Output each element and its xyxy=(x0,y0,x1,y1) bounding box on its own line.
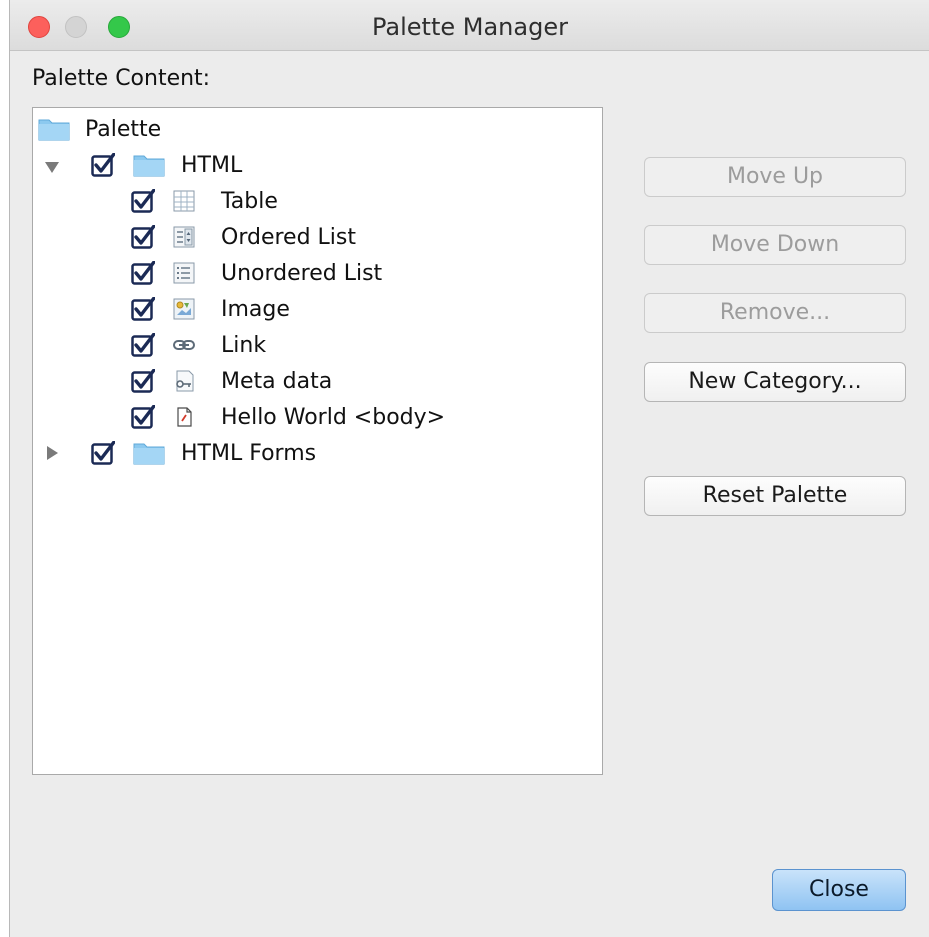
palette-manager-window: Palette Manager Palette Content: Palette… xyxy=(9,0,929,937)
tree-row-hello-world[interactable]: Hello World <body> xyxy=(33,400,593,434)
checkbox-link[interactable] xyxy=(131,333,155,357)
tree-row-html[interactable]: HTML xyxy=(33,148,593,182)
folder-icon xyxy=(133,443,165,465)
window-title: Palette Manager xyxy=(372,13,568,41)
tree-label-ordered-list: Ordered List xyxy=(221,224,356,250)
checkbox-html-forms[interactable] xyxy=(91,441,115,465)
checkbox-unordered-list[interactable] xyxy=(131,261,155,285)
tree-row-ordered-list[interactable]: Ordered List xyxy=(33,220,593,254)
tree-row-html-forms[interactable]: HTML Forms xyxy=(33,436,593,470)
checkbox-meta-data[interactable] xyxy=(131,369,155,393)
close-button[interactable]: Close xyxy=(772,869,906,911)
palette-tree[interactable]: Palette HTML Table Ordered List Unordere… xyxy=(32,107,603,775)
tree-label-html-forms: HTML Forms xyxy=(181,440,317,466)
tree-row-link[interactable]: Link xyxy=(33,328,593,362)
meta-data-icon xyxy=(176,370,194,392)
checkbox-ordered-list[interactable] xyxy=(131,225,155,249)
move-down-button[interactable]: Move Down xyxy=(644,225,906,265)
unordered-list-icon xyxy=(173,262,195,284)
tree-label-table: Table xyxy=(221,188,278,214)
remove-button[interactable]: Remove... xyxy=(644,293,906,333)
tree-row-unordered-list[interactable]: Unordered List xyxy=(33,256,593,290)
checkbox-html[interactable] xyxy=(91,153,115,177)
tree-row-image[interactable]: Image xyxy=(33,292,593,326)
tree-row-meta-data[interactable]: Meta data xyxy=(33,364,593,398)
disclosure-expanded-icon[interactable] xyxy=(45,162,59,173)
title-bar: Palette Manager xyxy=(10,0,929,51)
document-icon xyxy=(177,407,192,427)
checkbox-table[interactable] xyxy=(131,189,155,213)
reset-palette-button[interactable]: Reset Palette xyxy=(644,476,906,516)
disclosure-collapsed-icon[interactable] xyxy=(47,446,58,460)
tree-label-unordered-list: Unordered List xyxy=(221,260,383,286)
folder-icon xyxy=(38,119,70,141)
image-icon xyxy=(173,298,195,320)
table-icon xyxy=(173,190,195,212)
folder-icon xyxy=(133,155,165,177)
tree-label-image: Image xyxy=(221,296,290,322)
tree-row-table[interactable]: Table xyxy=(33,184,593,218)
new-category-button[interactable]: New Category... xyxy=(644,362,906,402)
tree-row-palette[interactable]: Palette xyxy=(33,112,593,146)
tree-label-palette: Palette xyxy=(85,116,162,142)
tree-label-hello-world: Hello World <body> xyxy=(221,404,446,430)
link-icon xyxy=(173,340,195,350)
ordered-list-icon xyxy=(173,226,195,248)
checkbox-image[interactable] xyxy=(131,297,155,321)
checkbox-hello-world[interactable] xyxy=(131,405,155,429)
tree-label-meta-data: Meta data xyxy=(221,368,333,394)
palette-content-label: Palette Content: xyxy=(32,66,211,91)
tree-label-link: Link xyxy=(221,332,267,358)
move-up-button[interactable]: Move Up xyxy=(644,157,906,197)
tree-label-html: HTML xyxy=(181,152,243,178)
